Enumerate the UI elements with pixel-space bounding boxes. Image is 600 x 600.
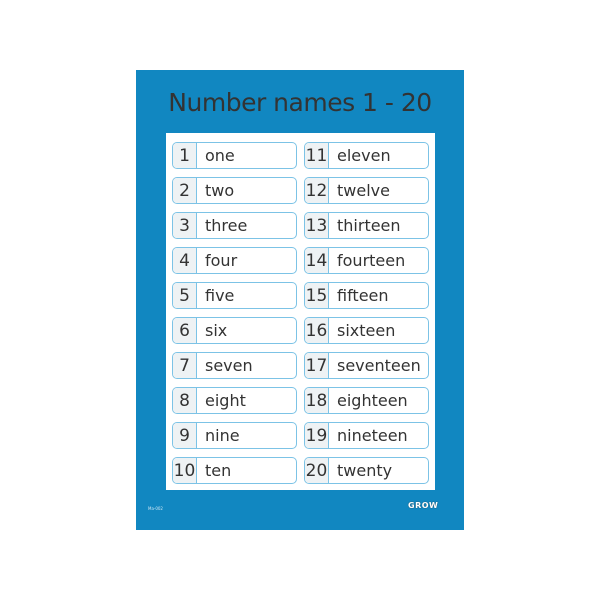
- number-card: 3 three: [172, 212, 297, 239]
- number-word: sixteen: [337, 321, 396, 340]
- number-digit: 6: [173, 318, 197, 343]
- number-digit: 10: [173, 458, 197, 483]
- number-word: twelve: [337, 181, 390, 200]
- number-card: 5 five: [172, 282, 297, 309]
- number-word: nine: [205, 426, 240, 445]
- number-card: 6 six: [172, 317, 297, 344]
- number-card: 20 twenty: [304, 457, 429, 484]
- number-card: 18 eighteen: [304, 387, 429, 414]
- number-digit: 13: [305, 213, 329, 238]
- number-digit: 16: [305, 318, 329, 343]
- number-card: 12 twelve: [304, 177, 429, 204]
- number-digit: 11: [305, 143, 329, 168]
- number-word: one: [205, 146, 235, 165]
- grow-logo: GROW: [408, 501, 439, 510]
- number-card: 17 seventeen: [304, 352, 429, 379]
- number-digit: 7: [173, 353, 197, 378]
- number-word: twenty: [337, 461, 393, 480]
- number-word: three: [205, 216, 248, 235]
- number-card: 4 four: [172, 247, 297, 274]
- product-code: Ma-002: [148, 506, 163, 511]
- number-digit: 8: [173, 388, 197, 413]
- number-word: nineteen: [337, 426, 408, 445]
- number-digit: 18: [305, 388, 329, 413]
- poster-title: Number names 1 - 20: [168, 88, 432, 117]
- number-card: 7 seven: [172, 352, 297, 379]
- number-word: thirteen: [337, 216, 401, 235]
- number-digit: 1: [173, 143, 197, 168]
- number-digit: 19: [305, 423, 329, 448]
- number-word: seven: [205, 356, 253, 375]
- number-word: six: [205, 321, 228, 340]
- number-word: ten: [205, 461, 232, 480]
- number-card: 1 one: [172, 142, 297, 169]
- number-card: 8 eight: [172, 387, 297, 414]
- number-card: 13 thirteen: [304, 212, 429, 239]
- number-card: 9 nine: [172, 422, 297, 449]
- number-card: 16 sixteen: [304, 317, 429, 344]
- number-digit: 3: [173, 213, 197, 238]
- number-word: four: [205, 251, 238, 270]
- number-card: 11 eleven: [304, 142, 429, 169]
- number-word: fourteen: [337, 251, 406, 270]
- number-word: eighteen: [337, 391, 408, 410]
- number-digit: 17: [305, 353, 329, 378]
- number-digit: 20: [305, 458, 329, 483]
- number-digit: 9: [173, 423, 197, 448]
- number-card: 2 two: [172, 177, 297, 204]
- number-digit: 4: [173, 248, 197, 273]
- number-card: 10 ten: [172, 457, 297, 484]
- number-word: eight: [205, 391, 246, 410]
- number-word: seventeen: [337, 356, 421, 375]
- number-word: two: [205, 181, 235, 200]
- number-card: 14 fourteen: [304, 247, 429, 274]
- number-digit: 14: [305, 248, 329, 273]
- number-card: 19 nineteen: [304, 422, 429, 449]
- number-card: 15 fifteen: [304, 282, 429, 309]
- number-word: five: [205, 286, 235, 305]
- number-word: eleven: [337, 146, 391, 165]
- number-digit: 2: [173, 178, 197, 203]
- number-digit: 12: [305, 178, 329, 203]
- number-digit: 5: [173, 283, 197, 308]
- poster: Number names 1 - 20 1 one 11 eleven 2 two 12 tw…: [136, 70, 464, 530]
- number-panel: 1 one 11 eleven 2 two 12 twelve 3 three 13 thirteen…: [166, 133, 435, 490]
- number-digit: 15: [305, 283, 329, 308]
- number-grid: 1 one 11 eleven 2 two 12 twelve 3 three 13 thirteen…: [172, 142, 429, 484]
- number-word: fifteen: [337, 286, 389, 305]
